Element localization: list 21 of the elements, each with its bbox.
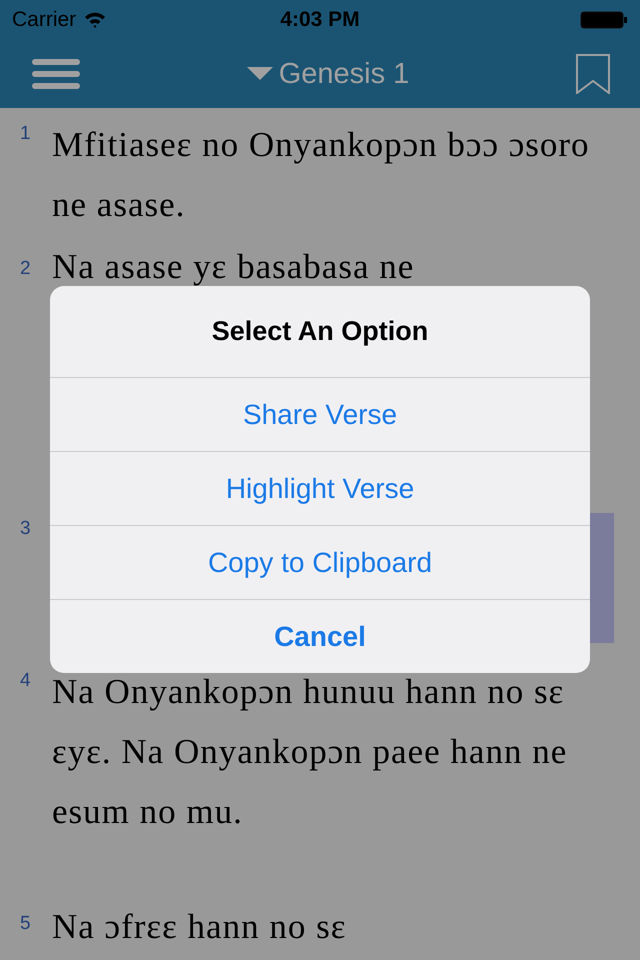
verse-number: 2 (19, 257, 32, 281)
book-chapter-selector[interactable]: Genesis 1 (246, 58, 410, 90)
verse-number: 4 (19, 669, 32, 693)
verse-number: 3 (19, 517, 32, 541)
action-button[interactable]: Highlight Verse (50, 451, 590, 525)
verse-text[interactable]: Na asase yɛ basabasa ne (52, 250, 640, 284)
action-button[interactable]: Share Verse (50, 377, 590, 451)
menu-icon[interactable] (32, 57, 80, 91)
alert-title: Select An Option (210, 315, 430, 348)
carrier-label: Carrier (12, 8, 76, 32)
action-button[interactable]: Copy to Clipboard (50, 525, 590, 599)
caret-icon (246, 67, 273, 81)
bookmark-icon[interactable] (576, 54, 610, 94)
cancel-button[interactable]: Cancel (50, 599, 590, 673)
verse-number: 1 (19, 122, 32, 146)
wifi-icon (84, 12, 106, 28)
verse-text[interactable]: Mfitiaseɛ no Onyankopɔn bɔɔ ɔsoro ne asase. (52, 115, 640, 235)
verse-number: 5 (19, 912, 32, 936)
verse-text[interactable]: Na ɔfrɛɛ hann no sɛ (52, 905, 640, 949)
battery-icon (580, 11, 628, 29)
clock-time: 4:03 PM (280, 8, 360, 32)
